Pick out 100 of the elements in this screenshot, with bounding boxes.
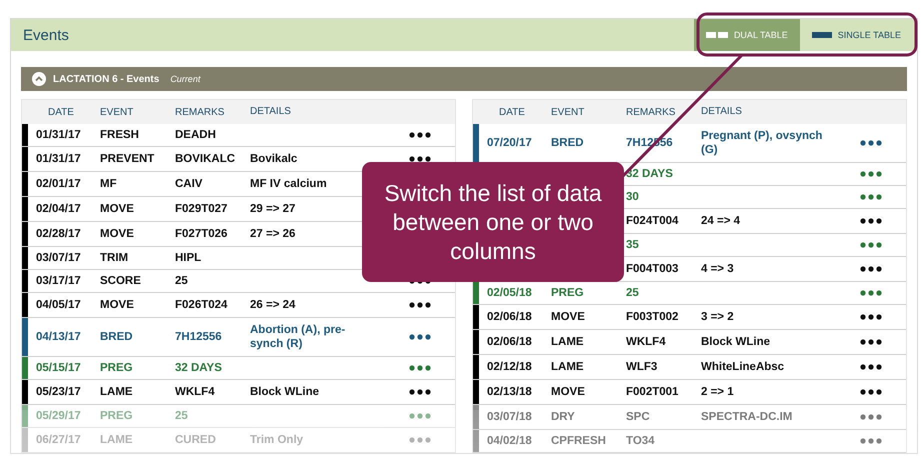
date-cell: 02/04/17 xyxy=(36,203,81,215)
lactation-status: Current xyxy=(170,74,200,84)
page-title: Events xyxy=(23,26,69,44)
date-cell: 05/15/17 xyxy=(36,362,81,374)
date-cell: 01/31/17 xyxy=(36,129,81,141)
date-cell: 04/05/17 xyxy=(36,299,81,311)
remarks-cell: F003T002 xyxy=(626,311,678,323)
date-cell: 05/23/17 xyxy=(36,386,81,398)
event-cell: DRY xyxy=(551,411,575,423)
more-options-icon[interactable] xyxy=(409,302,431,308)
date-cell: 03/07/17 xyxy=(36,252,81,264)
date-cell: 03/07/18 xyxy=(487,411,532,423)
event-cell: PREG xyxy=(551,287,584,299)
dual-column-icon xyxy=(706,31,728,39)
date-cell: 05/29/17 xyxy=(36,410,81,422)
remarks-cell: F026T024 xyxy=(175,299,228,311)
remarks-cell: WKLF4 xyxy=(175,386,215,398)
more-options-icon[interactable] xyxy=(409,132,431,138)
more-options-icon[interactable] xyxy=(409,389,431,395)
column-header: REMARKS xyxy=(626,106,676,118)
details-cell: Pregnant (P), ovsynch (G) xyxy=(701,130,822,156)
details-cell: Block WLine xyxy=(250,386,320,398)
date-cell: 03/17/17 xyxy=(36,275,81,287)
details-cell: 29 => 27 xyxy=(250,203,296,215)
date-cell: 06/27/17 xyxy=(36,434,81,446)
remarks-cell: 25 xyxy=(626,287,639,299)
view-toggle-button[interactable]: SINGLE TABLE xyxy=(800,19,913,51)
date-cell: 07/20/17 xyxy=(487,137,532,149)
remarks-cell: BOVIKALC xyxy=(175,153,236,165)
details-cell: 24 => 4 xyxy=(701,215,740,227)
more-options-icon[interactable] xyxy=(409,334,431,340)
event-cell: LAME xyxy=(551,361,584,373)
date-cell: 04/02/18 xyxy=(487,435,532,447)
callout-tooltip: Switch the list of data between one or two columns xyxy=(362,162,624,282)
event-cell: MOVE xyxy=(100,299,134,311)
remarks-cell: CAIV xyxy=(175,178,202,190)
remarks-cell: 32 DAYS xyxy=(175,362,222,374)
column-header: DETAILS xyxy=(701,105,743,119)
remarks-cell: HIPL xyxy=(175,252,202,264)
remarks-cell: TO34 xyxy=(626,435,655,447)
remarks-cell: CURED xyxy=(175,434,216,446)
event-cell: BRED xyxy=(551,137,584,149)
column-header: DETAILS xyxy=(250,105,292,119)
date-cell: 02/13/18 xyxy=(487,386,532,398)
details-cell: Block WLine xyxy=(701,336,770,348)
collapse-icon[interactable] xyxy=(32,72,46,86)
event-cell: TRIM xyxy=(100,252,128,264)
remarks-cell: F029T027 xyxy=(175,203,228,215)
remarks-cell: 25 xyxy=(175,410,188,422)
date-cell: 01/31/17 xyxy=(36,153,81,165)
event-cell: LAME xyxy=(100,386,133,398)
details-cell: 3 => 2 xyxy=(701,311,734,323)
remarks-cell: 25 xyxy=(175,275,188,287)
event-cell: SCORE xyxy=(100,275,141,287)
remarks-cell: SPC xyxy=(626,411,650,423)
lactation-title: LACTATION 6 - Events xyxy=(53,74,160,84)
details-cell: SPECTRA-DC.IM xyxy=(701,411,792,423)
event-cell: FRESH xyxy=(100,129,139,141)
remarks-cell: WKLF4 xyxy=(626,336,666,348)
date-cell: 04/13/17 xyxy=(36,331,81,343)
remarks-cell: WLF3 xyxy=(626,361,658,373)
date-cell: 02/06/18 xyxy=(487,311,532,323)
event-cell: MOVE xyxy=(100,228,134,240)
date-cell: 02/12/18 xyxy=(487,361,532,373)
remarks-cell: F027T026 xyxy=(175,228,228,240)
column-header: EVENT xyxy=(551,106,586,118)
details-cell: Bovikalc xyxy=(250,153,298,165)
event-cell: CPFRESH xyxy=(551,435,606,447)
details-cell: Abortion (A), pre-synch (R) xyxy=(250,324,346,350)
event-cell: MF xyxy=(100,178,117,190)
details-cell: MF IV calcium xyxy=(250,178,327,190)
remarks-cell: 30 xyxy=(626,191,639,203)
remarks-cell: F002T001 xyxy=(626,386,678,398)
more-options-icon[interactable] xyxy=(860,364,882,370)
event-cell: MOVE xyxy=(551,386,585,398)
more-options-icon[interactable] xyxy=(409,156,431,162)
remarks-cell: 35 xyxy=(626,239,639,251)
event-cell: BRED xyxy=(100,331,133,343)
details-cell: Trim Only xyxy=(250,434,304,446)
column-header: REMARKS xyxy=(175,106,226,118)
event-cell: PREG xyxy=(100,410,133,422)
more-options-icon[interactable] xyxy=(860,389,882,395)
more-options-icon[interactable] xyxy=(860,314,882,320)
remarks-cell: F004T003 xyxy=(626,263,678,275)
details-cell: 27 => 26 xyxy=(250,228,296,240)
more-options-icon[interactable] xyxy=(860,140,882,146)
lactation-bar[interactable]: LACTATION 6 - Events Current xyxy=(21,67,907,91)
more-options-icon[interactable] xyxy=(860,218,882,224)
more-options-icon[interactable] xyxy=(860,266,882,272)
event-cell: PREG xyxy=(100,362,133,374)
details-cell: 4 => 3 xyxy=(701,263,734,275)
event-cell: PREVENT xyxy=(100,153,154,165)
event-cell: MOVE xyxy=(551,311,585,323)
date-cell: 02/28/17 xyxy=(36,228,81,240)
event-cell: LAME xyxy=(551,336,584,348)
remarks-cell: F024T004 xyxy=(626,215,678,227)
view-toggle-button[interactable]: DUAL TABLE xyxy=(694,19,800,51)
details-cell: 26 => 24 xyxy=(250,299,296,311)
more-options-icon[interactable] xyxy=(860,339,882,345)
date-cell: 02/01/17 xyxy=(36,178,81,190)
